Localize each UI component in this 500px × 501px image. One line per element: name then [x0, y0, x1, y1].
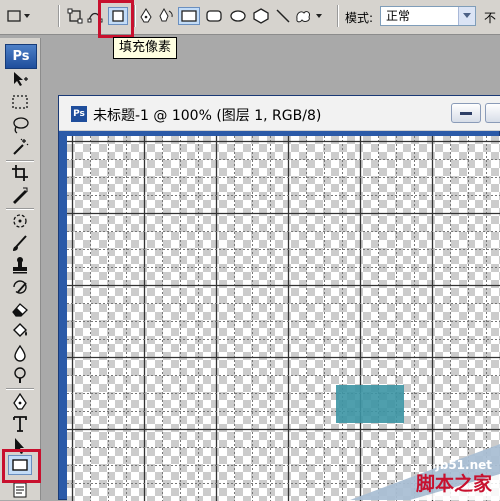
freeform-pen-icon[interactable]: [158, 7, 176, 25]
crop-tool-icon[interactable]: [10, 164, 30, 182]
rounded-rectangle-icon[interactable]: [204, 7, 224, 25]
photoshop-doc-icon: Ps: [71, 106, 87, 122]
clone-stamp-icon[interactable]: [10, 256, 30, 274]
watermark-name: 脚本之家: [415, 473, 492, 495]
marquee-tool-icon[interactable]: [10, 93, 30, 111]
brush-tool-icon[interactable]: [10, 234, 30, 252]
options-bar: 模式: 正常 不: [0, 0, 500, 35]
pen-icon[interactable]: [138, 7, 154, 25]
history-brush-icon[interactable]: [10, 278, 30, 296]
shape-layers-icon[interactable]: [66, 7, 84, 25]
toolbox: Ps: [0, 38, 41, 500]
eraser-tool-icon[interactable]: [10, 300, 30, 318]
tool-preset-picker[interactable]: [6, 7, 32, 25]
watermark: jb51.net 脚本之家: [350, 444, 500, 500]
mode-value: 正常: [386, 9, 411, 23]
highlight-fill-pixels: [98, 0, 134, 38]
minimize-button[interactable]: [451, 103, 481, 123]
tooltip: 填充像素: [113, 37, 178, 59]
slice-tool-icon[interactable]: [10, 186, 30, 204]
polygon-icon[interactable]: [251, 7, 271, 25]
custom-shape-icon[interactable]: [294, 7, 326, 25]
document-title: 未标题-1 @ 100% (图层 1, RGB/8): [93, 108, 322, 124]
healing-brush-icon[interactable]: [10, 212, 30, 230]
move-tool-icon[interactable]: [10, 70, 30, 88]
mode-label: 模式:: [345, 11, 374, 25]
blur-tool-icon[interactable]: [10, 344, 30, 362]
paint-bucket-icon[interactable]: [10, 322, 30, 340]
photoshop-logo[interactable]: Ps: [5, 44, 37, 69]
chevron-down-icon: [458, 7, 475, 25]
highlight-rectangle-tool: [2, 449, 41, 483]
type-tool-icon[interactable]: [10, 415, 30, 433]
document-titlebar[interactable]: Ps 未标题-1 @ 100% (图层 1, RGB/8): [59, 96, 500, 131]
rectangle-shape-icon[interactable]: [178, 7, 200, 25]
ellipse-icon[interactable]: [228, 7, 248, 25]
notes-tool-icon[interactable]: [10, 481, 30, 499]
opacity-label-partial: 不: [484, 11, 497, 25]
filled-rectangle-shape[interactable]: [336, 385, 404, 423]
document-window[interactable]: Ps 未标题-1 @ 100% (图层 1, RGB/8): [58, 95, 500, 501]
dodge-tool-icon[interactable]: [10, 366, 30, 384]
mode-select[interactable]: 正常: [380, 6, 476, 26]
line-icon[interactable]: [274, 7, 292, 25]
magic-wand-icon[interactable]: [10, 138, 30, 156]
maximize-button[interactable]: [485, 103, 500, 123]
pen-tool-icon[interactable]: [10, 393, 30, 411]
lasso-tool-icon[interactable]: [10, 116, 30, 134]
